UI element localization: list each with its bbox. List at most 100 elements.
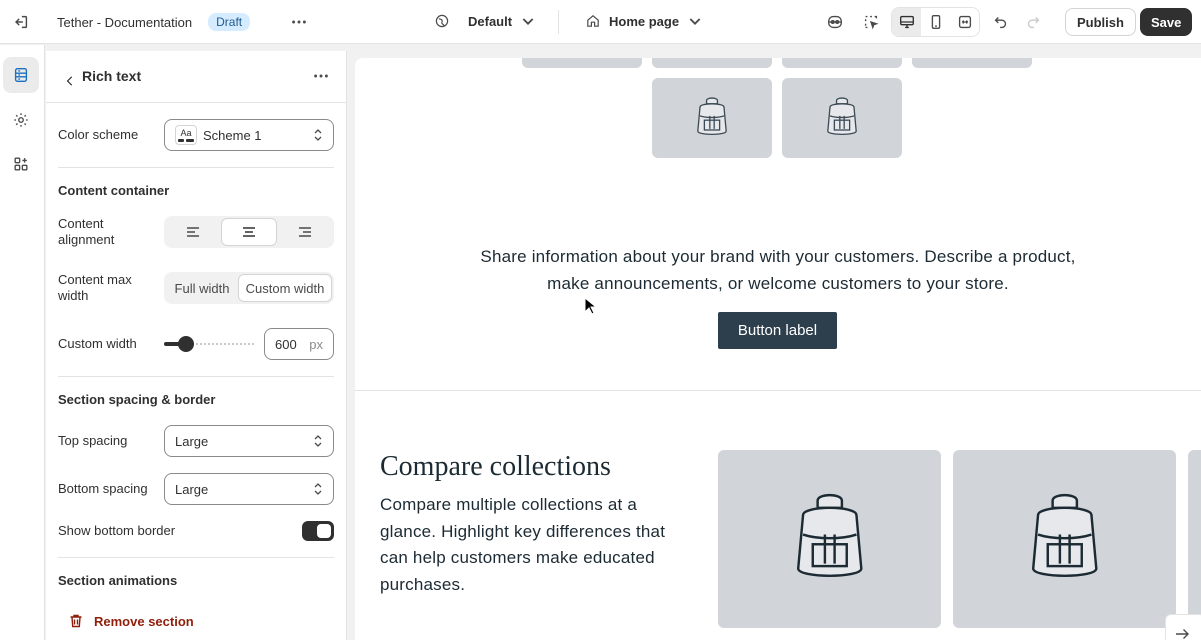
custom-width-input[interactable]: 600 px xyxy=(264,328,334,360)
spacing-heading: Section spacing & border xyxy=(58,392,216,407)
section-divider xyxy=(355,390,1201,391)
trash-icon xyxy=(70,614,82,628)
more-icon[interactable] xyxy=(307,62,335,90)
fullscreen-icon[interactable] xyxy=(950,8,979,36)
custom-width-value: 600 xyxy=(275,336,297,352)
home-icon xyxy=(587,15,599,27)
backpack-icon xyxy=(796,493,863,577)
device-toggle-group xyxy=(891,7,980,37)
slider-thumb[interactable] xyxy=(178,336,195,352)
mobile-icon[interactable] xyxy=(921,8,950,36)
page-dropdown[interactable]: Home page xyxy=(585,13,703,29)
redo-icon[interactable] xyxy=(1019,8,1047,36)
preview-button[interactable]: Button label xyxy=(718,312,837,349)
chevron-updown-icon xyxy=(314,435,322,447)
top-spacing-row: Top spacing Large xyxy=(58,425,334,457)
bottom-spacing-row: Bottom spacing Large xyxy=(58,473,334,505)
remove-section-button[interactable]: Remove section xyxy=(68,613,194,629)
backpack-icon xyxy=(827,97,857,136)
rich-text-body: Share information about your brand with … xyxy=(480,247,1076,293)
theme-dropdown-label: Default xyxy=(468,13,513,29)
top-spacing-select[interactable]: Large xyxy=(164,425,334,457)
custom-width-unit: px xyxy=(309,336,323,352)
color-scheme-select[interactable]: Aa Scheme 1 xyxy=(164,119,334,151)
sections-icon[interactable] xyxy=(3,57,39,93)
bottom-spacing-select[interactable]: Large xyxy=(164,473,334,505)
panel-header: Rich text xyxy=(46,51,347,103)
page-dropdown-label: Home page xyxy=(609,13,680,29)
backpack-icon xyxy=(1031,493,1098,577)
mouse-cursor-icon xyxy=(584,297,598,315)
content-container-heading: Content container xyxy=(58,183,170,198)
more-icon[interactable] xyxy=(285,8,313,36)
image-placeholder xyxy=(912,58,1032,68)
image-placeholder xyxy=(782,78,902,158)
settings-icon[interactable] xyxy=(3,102,39,138)
divider xyxy=(558,10,559,34)
divider xyxy=(58,376,334,377)
chevron-down-icon xyxy=(689,18,701,25)
remove-section-label: Remove section xyxy=(94,613,194,629)
full-width-option[interactable]: Full width xyxy=(166,274,238,302)
content-alignment-segmented xyxy=(164,216,334,248)
show-bottom-border-toggle[interactable] xyxy=(302,521,334,541)
desktop-icon[interactable] xyxy=(892,8,921,36)
top-spacing-label: Top spacing xyxy=(58,433,128,448)
select-element-icon[interactable] xyxy=(857,8,885,36)
show-bottom-border-label: Show bottom border xyxy=(58,523,176,538)
compare-title: Compare collections xyxy=(380,451,611,482)
collection-image xyxy=(1188,450,1201,628)
color-scheme-swatch-text: Aa xyxy=(180,128,192,138)
color-scheme-swatch: Aa xyxy=(175,125,197,145)
top-bar: Tether - Documentation Draft Default Hom… xyxy=(0,0,1201,44)
globe-icon xyxy=(435,14,449,28)
custom-width-control: 600 px xyxy=(164,328,334,360)
image-placeholder xyxy=(652,78,772,158)
animations-heading: Section animations xyxy=(58,573,178,588)
bottom-spacing-value: Large xyxy=(175,481,209,497)
undo-icon[interactable] xyxy=(987,8,1015,36)
compare-body: Compare multiple collections at a glance… xyxy=(380,495,666,594)
panel-title: Rich text xyxy=(82,68,142,84)
chevron-updown-icon xyxy=(314,129,322,141)
image-placeholder xyxy=(522,58,642,68)
align-left-icon[interactable] xyxy=(166,218,221,246)
divider xyxy=(58,167,334,168)
align-center-icon[interactable] xyxy=(220,218,278,246)
chevron-updown-icon xyxy=(314,483,322,495)
content-max-width-row: Content max width Full width Custom widt… xyxy=(58,272,334,304)
back-chevron-icon[interactable] xyxy=(56,67,84,95)
color-scheme-row: Color scheme Aa Scheme 1 xyxy=(58,119,334,151)
show-bottom-border-row: Show bottom border xyxy=(58,521,334,541)
exit-icon[interactable] xyxy=(7,8,35,36)
align-right-icon[interactable] xyxy=(277,218,332,246)
color-scheme-label: Color scheme xyxy=(58,127,139,142)
custom-width-label: Custom width xyxy=(58,336,137,351)
image-placeholder xyxy=(782,58,902,68)
custom-width-row: Custom width 600 px xyxy=(58,328,334,360)
color-scheme-value: Scheme 1 xyxy=(203,127,262,143)
image-placeholder xyxy=(652,58,772,68)
apps-icon[interactable] xyxy=(3,146,39,182)
save-button[interactable]: Save xyxy=(1140,8,1193,36)
status-badge: Draft xyxy=(208,13,251,31)
publish-button[interactable]: Publish xyxy=(1065,8,1136,36)
preview-canvas: Share information about your brand with … xyxy=(355,58,1201,640)
width-segmented: Full width Custom width xyxy=(164,272,334,304)
content-alignment-row: Content alignment xyxy=(58,216,334,248)
custom-width-option[interactable]: Custom width xyxy=(238,274,332,302)
store-title: Tether - Documentation xyxy=(57,14,193,30)
arrow-right-icon[interactable] xyxy=(1165,614,1201,640)
collection-image xyxy=(718,450,941,628)
inspector-icon[interactable] xyxy=(821,8,849,36)
bottom-spacing-label: Bottom spacing xyxy=(58,481,148,496)
left-rail xyxy=(0,45,45,640)
theme-dropdown[interactable]: Default xyxy=(434,13,536,29)
backpack-icon xyxy=(697,97,727,136)
content-alignment-label: Content alignment xyxy=(58,216,115,247)
settings-panel: Rich text Color scheme Aa Scheme 1 Conte… xyxy=(46,51,347,640)
top-spacing-value: Large xyxy=(175,433,209,449)
chevron-down-icon xyxy=(522,18,534,25)
custom-width-slider[interactable] xyxy=(164,336,256,352)
collection-image xyxy=(953,450,1176,628)
